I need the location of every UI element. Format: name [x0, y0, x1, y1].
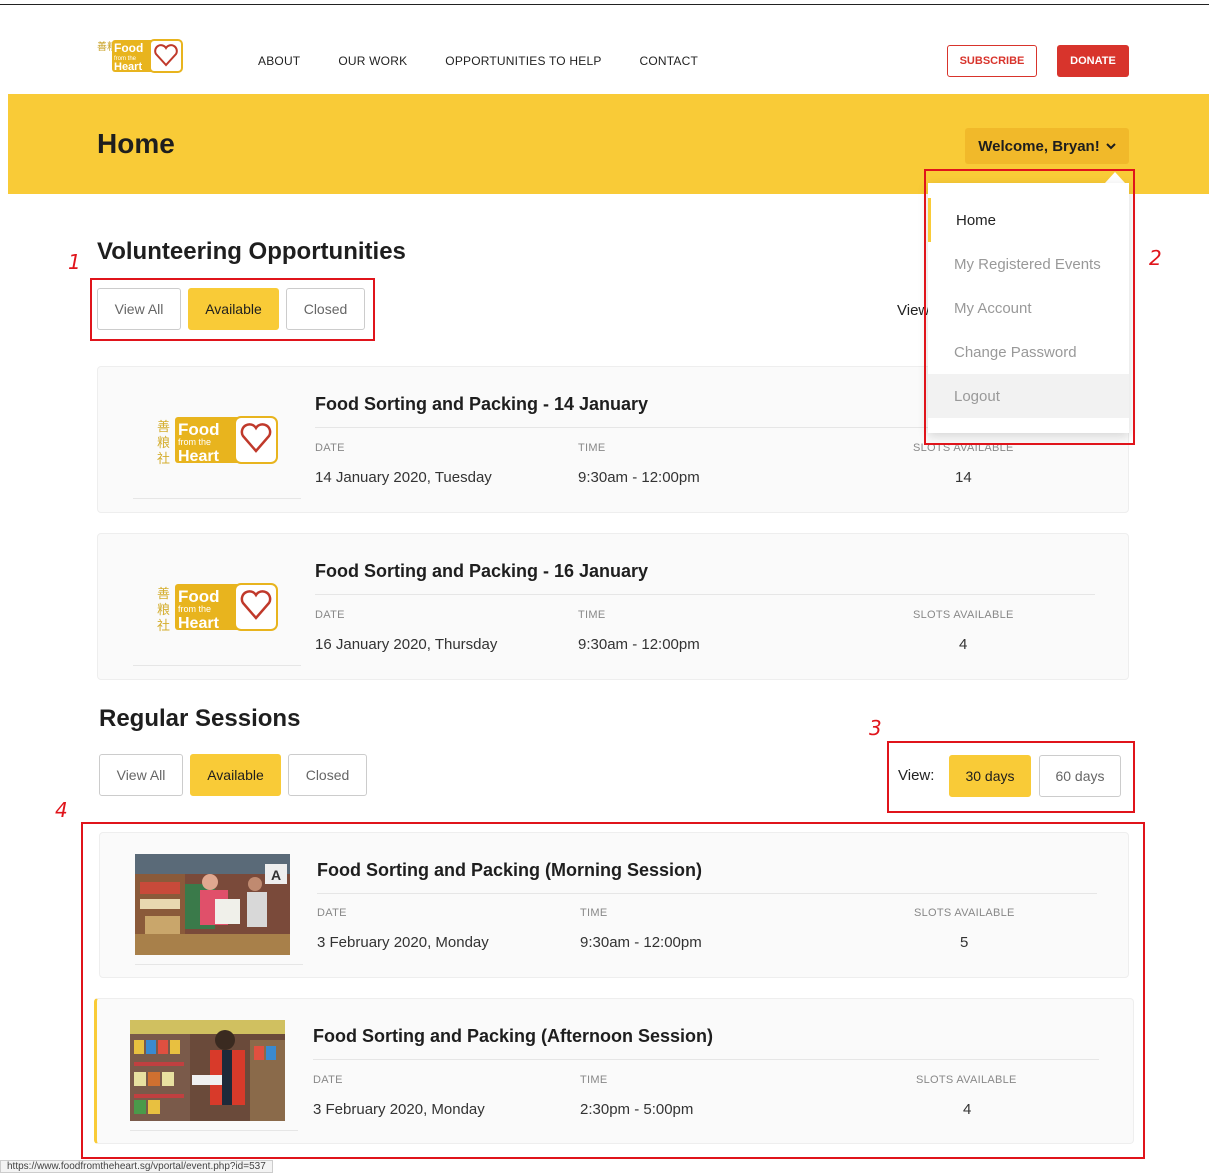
svg-text:善: 善 [157, 586, 170, 602]
time-value: 9:30am - 12:00pm [578, 469, 700, 486]
reg-filter-closed[interactable]: Closed [288, 754, 367, 796]
page-title: Home [97, 128, 175, 159]
date-value: 14 January 2020, Tuesday [315, 469, 492, 486]
slots-value: 14 [955, 469, 972, 486]
svg-text:from the: from the [178, 437, 211, 447]
time-label: TIME [578, 609, 606, 621]
annotation-label-2: 2 [1149, 246, 1162, 270]
time-label: TIME [578, 442, 606, 454]
annotation-box-2 [924, 169, 1135, 445]
slots-label: SLOTS AVAILABLE [913, 609, 1014, 621]
nav-opportunities[interactable]: OPPORTUNITIES TO HELP [445, 54, 601, 68]
event-logo-image: 善 粮 社 Food from the Heart [157, 583, 278, 632]
svg-text:社: 社 [157, 618, 170, 632]
donate-button[interactable]: DONATE [1057, 45, 1129, 77]
thumb-divider [133, 498, 301, 499]
subscribe-button[interactable]: SUBSCRIBE [947, 45, 1037, 77]
annotation-label-4: 4 [55, 798, 68, 822]
slots-value: 4 [959, 636, 968, 653]
volunteering-title: Volunteering Opportunities [97, 238, 406, 265]
reg-filter-available[interactable]: Available [190, 754, 281, 796]
welcome-dropdown-button[interactable]: Welcome, Bryan! [965, 128, 1129, 164]
thumb-divider [133, 665, 301, 666]
annotation-box-3 [887, 741, 1135, 813]
event-title[interactable]: Food Sorting and Packing - 16 January [315, 561, 648, 582]
logo-food: Food [114, 41, 143, 55]
nav-contact[interactable]: CONTACT [640, 54, 699, 68]
top-border [0, 4, 1209, 5]
welcome-label: Welcome, Bryan! [978, 137, 1100, 155]
annotation-label-1: 1 [68, 250, 81, 274]
title-divider [315, 594, 1095, 595]
site-logo[interactable]: 善粮社 Food from the Heart [96, 39, 184, 73]
svg-text:粮: 粮 [157, 603, 170, 618]
reg-filter-view-all[interactable]: View All [99, 754, 183, 796]
browser-status-url: https://www.foodfromtheheart.sg/vportal/… [0, 1160, 273, 1173]
svg-text:from the: from the [178, 604, 211, 614]
date-label: DATE [315, 609, 345, 621]
nav-about[interactable]: ABOUT [258, 54, 300, 68]
event-card[interactable]: 善 粮 社 Food from the Heart Food Sorting a… [97, 533, 1129, 680]
svg-text:社: 社 [157, 451, 170, 465]
annotation-label-3: 3 [869, 716, 882, 740]
site-header: 善粮社 Food from the Heart ABOUT OUR WORK O… [8, 30, 1209, 94]
date-value: 16 January 2020, Thursday [315, 636, 498, 653]
nav-our-work[interactable]: OUR WORK [338, 54, 407, 68]
svg-text:善: 善 [157, 419, 170, 435]
annotation-box-4 [81, 822, 1145, 1159]
annotation-box-1 [90, 278, 375, 341]
time-value: 9:30am - 12:00pm [578, 636, 700, 653]
svg-text:Heart: Heart [178, 448, 220, 465]
event-logo-image: 善 粮 社 Food from the Heart [157, 416, 278, 465]
svg-text:粮: 粮 [157, 436, 170, 451]
main-nav: ABOUT OUR WORK OPPORTUNITIES TO HELP CON… [258, 54, 698, 68]
svg-text:Heart: Heart [178, 615, 220, 632]
event-title[interactable]: Food Sorting and Packing - 14 January [315, 394, 648, 415]
date-label: DATE [315, 442, 345, 454]
logo-heart-text: Heart [114, 61, 142, 73]
chevron-down-icon [1106, 143, 1116, 150]
regular-sessions-title: Regular Sessions [99, 705, 301, 732]
